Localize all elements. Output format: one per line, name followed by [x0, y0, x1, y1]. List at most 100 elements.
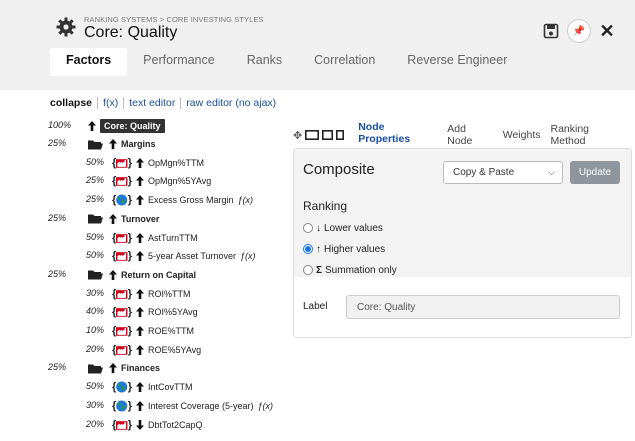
- factory-icon: {}: [112, 175, 132, 188]
- layout-medium-icon[interactable]: [322, 130, 334, 140]
- arrow-up-icon[interactable]: [109, 363, 117, 374]
- arrow-up-icon[interactable]: [109, 139, 117, 149]
- arrow-up-icon[interactable]: [136, 157, 144, 168]
- raw-editor-link[interactable]: raw editor (no ajax): [180, 97, 281, 109]
- node-label[interactable]: AstTurnTTM: [148, 233, 198, 243]
- tree-factor-node[interactable]: {} Interest Coverage (5-year) ƒ(x): [112, 398, 273, 414]
- node-label[interactable]: Excess Gross Margin: [148, 195, 234, 205]
- radio-button[interactable]: [303, 244, 313, 254]
- update-button[interactable]: Update: [570, 161, 620, 184]
- arrow-up-icon[interactable]: [109, 213, 117, 224]
- node-label[interactable]: Finances: [121, 363, 160, 373]
- node-label[interactable]: 5-year Asset Turnover: [148, 251, 236, 261]
- text-editor-link[interactable]: text editor: [123, 97, 180, 109]
- tree-group-node[interactable]: Margins: [88, 136, 156, 152]
- copy-paste-value: Copy & Paste: [453, 167, 515, 178]
- arrow-up-icon[interactable]: [136, 251, 144, 262]
- factory-icon: {}: [112, 306, 132, 319]
- tree-factor-node[interactable]: {} AstTurnTTM: [112, 230, 198, 246]
- layout-icons: ✥: [293, 129, 345, 142]
- move-icon[interactable]: ✥: [293, 129, 302, 142]
- collapse-link[interactable]: collapse: [50, 97, 97, 109]
- node-label[interactable]: ROE%TTM: [148, 326, 194, 336]
- layout-narrow-icon[interactable]: [336, 130, 345, 140]
- arrow-down-icon[interactable]: [136, 419, 144, 430]
- label-field[interactable]: Core: Quality: [346, 295, 620, 319]
- tree-factor-node[interactable]: {} IntCovTTM: [112, 379, 193, 395]
- radio-label: Lower values: [324, 222, 383, 234]
- arrow-up-icon[interactable]: [136, 232, 144, 243]
- tree-factor-node[interactable]: {} ROE%TTM: [112, 323, 194, 339]
- tree-factor-node[interactable]: {} 5-year Asset Turnover ƒ(x): [112, 248, 256, 264]
- tab-add-node[interactable]: Add Node: [447, 123, 493, 147]
- tab-factors[interactable]: Factors: [50, 48, 128, 76]
- arrow-up-icon[interactable]: [136, 382, 144, 393]
- radio-button[interactable]: [303, 223, 313, 233]
- folder-icon[interactable]: [88, 213, 103, 224]
- arrow-up-icon: ↑: [316, 243, 321, 255]
- tab-correlation[interactable]: Correlation: [298, 48, 391, 76]
- node-weight: 50%: [86, 381, 105, 392]
- save-icon[interactable]: [543, 23, 559, 39]
- node-label[interactable]: Return on Capital: [121, 270, 196, 280]
- node-label[interactable]: ROI%TTM: [148, 289, 191, 299]
- node-label[interactable]: ROE%5YAvg: [148, 345, 201, 355]
- tab-ranking-method[interactable]: Ranking Method: [551, 123, 626, 147]
- tab-ranks[interactable]: Ranks: [231, 48, 298, 76]
- node-properties-panel: Composite Copy & Paste ⌵ Update Ranking …: [293, 148, 632, 338]
- folder-icon[interactable]: [88, 139, 103, 150]
- arrow-up-icon[interactable]: [136, 400, 144, 411]
- tree-factor-node[interactable]: {} ROI%5YAvg: [112, 304, 198, 320]
- arrow-up-icon[interactable]: [136, 195, 144, 206]
- node-label[interactable]: Margins: [121, 139, 156, 149]
- breadcrumb[interactable]: RANKING SYSTEMS > CORE INVESTING STYLES: [84, 15, 264, 24]
- gear-icon[interactable]: [56, 17, 76, 37]
- pin-button[interactable]: 📌: [567, 19, 591, 43]
- tree-root-node[interactable]: Core: Quality: [88, 118, 165, 134]
- tree-factor-node[interactable]: {} OpMgn%5YAvg: [112, 173, 211, 189]
- node-label[interactable]: DbtTot2CapQ: [148, 420, 203, 430]
- tab-weights[interactable]: Weights: [503, 129, 541, 141]
- copy-paste-select[interactable]: Copy & Paste ⌵: [443, 161, 563, 184]
- tab-reverse-engineer[interactable]: Reverse Engineer: [391, 48, 523, 76]
- arrow-up-icon[interactable]: [109, 269, 117, 280]
- node-label[interactable]: IntCovTTM: [148, 382, 193, 392]
- fx-link[interactable]: f(x): [97, 97, 123, 109]
- radio-button[interactable]: [303, 265, 313, 275]
- layout-wide-icon[interactable]: [305, 130, 320, 140]
- node-label[interactable]: Interest Coverage (5-year): [148, 401, 254, 411]
- node-label[interactable]: OpMgn%TTM: [148, 158, 204, 168]
- tree-factor-node[interactable]: {} ROI%TTM: [112, 286, 191, 302]
- node-weight: 50%: [86, 231, 105, 242]
- tree-group-node[interactable]: Return on Capital: [88, 267, 196, 283]
- node-label[interactable]: OpMgn%5YAvg: [148, 176, 211, 186]
- node-weight: 50%: [86, 250, 105, 261]
- arrow-up-icon[interactable]: [136, 326, 144, 336]
- arrow-up-icon[interactable]: [88, 121, 96, 131]
- folder-icon[interactable]: [88, 269, 103, 280]
- node-weight: 25%: [86, 194, 105, 205]
- tab-node-properties[interactable]: Node Properties: [358, 121, 438, 150]
- arrow-up-icon[interactable]: [136, 344, 144, 355]
- tab-performance[interactable]: Performance: [127, 48, 231, 76]
- tree-factor-node[interactable]: {} DbtTot2CapQ: [112, 417, 203, 433]
- radio-higher-values[interactable]: ↑ Higher values: [303, 242, 385, 256]
- node-label[interactable]: ROI%5YAvg: [148, 307, 198, 317]
- factory-icon: {}: [112, 287, 132, 300]
- tree-factor-node[interactable]: {} ROE%5YAvg: [112, 342, 201, 358]
- node-type-title: Composite: [303, 161, 375, 178]
- arrow-up-icon[interactable]: [136, 307, 144, 318]
- node-label[interactable]: Turnover: [121, 214, 159, 224]
- node-weight: 25%: [48, 212, 67, 223]
- folder-icon[interactable]: [88, 363, 103, 374]
- radio-summation-only[interactable]: Σ Summation only: [303, 263, 397, 277]
- tree-factor-node[interactable]: {} OpMgn%TTM: [112, 155, 204, 171]
- tree-group-node[interactable]: Turnover: [88, 211, 159, 227]
- close-icon[interactable]: ✕: [599, 21, 615, 42]
- tree-group-node[interactable]: Finances: [88, 360, 160, 376]
- radio-lower-values[interactable]: ↓ Lower values: [303, 221, 383, 235]
- node-label[interactable]: Core: Quality: [100, 119, 165, 133]
- arrow-up-icon[interactable]: [136, 288, 144, 299]
- arrow-up-icon[interactable]: [136, 176, 144, 187]
- tree-factor-node[interactable]: {} Excess Gross Margin ƒ(x): [112, 192, 253, 208]
